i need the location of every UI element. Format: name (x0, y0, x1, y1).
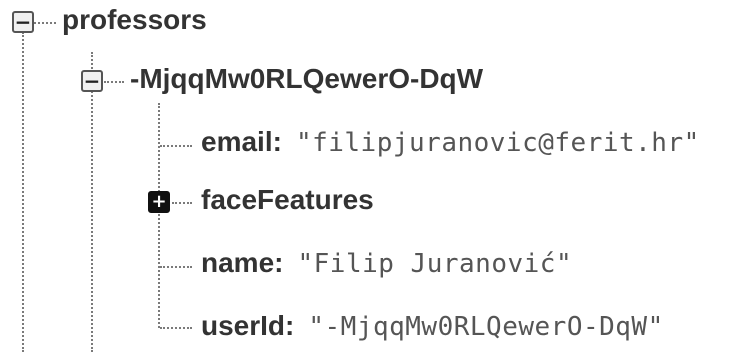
collapse-icon[interactable]: − (12, 11, 34, 33)
expand-icon[interactable]: + (148, 191, 170, 213)
tree-node-name: name : "Filip Juranović" (201, 247, 572, 279)
tree-node-facefeatures: faceFeatures (201, 184, 374, 216)
node-key[interactable]: name (201, 247, 274, 279)
node-key[interactable]: userId (201, 310, 285, 342)
key-colon: : (285, 310, 295, 341)
node-value[interactable]: "filipjuranovic@ferit.hr" (296, 128, 700, 158)
tree-connector-grandchild-vertical (158, 103, 160, 328)
node-value[interactable]: "Filip Juranović" (297, 249, 572, 279)
tree-node-push-id: -MjqqMw0RLQewerO-DqW (130, 63, 483, 95)
tree-connector-root-horizontal (34, 22, 56, 24)
collapse-icon[interactable]: − (81, 70, 103, 92)
tree-node-userid: userId : "-MjqqMw0RLQewerO-DqW" (201, 310, 664, 342)
tree-connector-email-horizontal (160, 145, 192, 147)
key-colon: : (272, 126, 282, 157)
node-key[interactable]: email (201, 126, 273, 158)
tree-connector-userid-horizontal (160, 327, 192, 329)
node-key[interactable]: -MjqqMw0RLQewerO-DqW (130, 63, 483, 95)
tree-connector-child-horizontal (104, 81, 124, 83)
key-colon: : (274, 247, 284, 278)
tree-node-professors: professors (62, 4, 207, 36)
tree-node-email: email : "filipjuranovic@ferit.hr" (201, 126, 700, 158)
tree-connector-name-horizontal (160, 266, 192, 268)
node-key[interactable]: faceFeatures (201, 184, 374, 216)
tree-connector-facefeatures-horizontal (172, 202, 192, 204)
node-key[interactable]: professors (62, 4, 207, 36)
tree-connector-child-vertical (91, 52, 93, 352)
node-value[interactable]: "-MjqqMw0RLQewerO-DqW" (308, 312, 663, 342)
tree-connector-root-vertical (22, 32, 24, 352)
